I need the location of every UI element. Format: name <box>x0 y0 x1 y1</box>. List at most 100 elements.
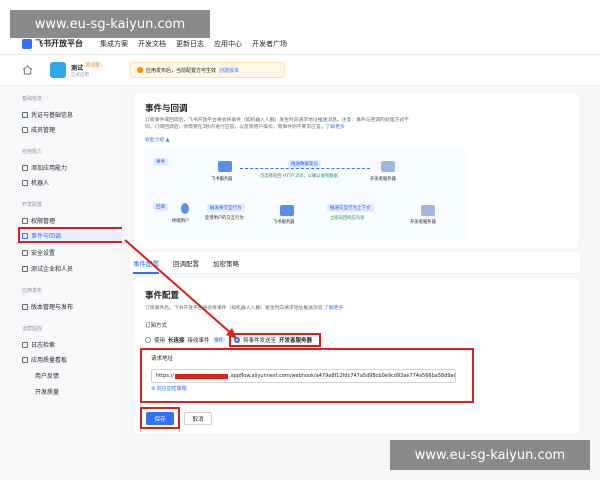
chart-icon <box>22 356 28 363</box>
recommended-badge: 推荐 <box>212 337 225 343</box>
event-config-desc-text: 订阅事件后，飞书开放平台将会将事件（如机器人入群）发生时向请求地址推送消息 <box>145 306 323 311</box>
sidebar-item-label: 成员管理 <box>31 127 56 134</box>
collapse-intro-link[interactable]: 收起介绍 ▲ <box>145 137 169 144</box>
developer-server-label-2: 开发者服务器 <box>410 220 436 225</box>
request-url-input[interactable]: https:// .appflow.aliyunnest.com/webhook/… <box>151 369 456 383</box>
save-button[interactable]: 保存 <box>146 412 174 425</box>
sidebar-item-label: 安全设置 <box>31 250 56 257</box>
app-avatar <box>50 62 66 78</box>
cancel-button[interactable]: 取消 <box>184 412 212 425</box>
feedback-action-label: 反馈用户的交互行为 <box>205 216 244 221</box>
sidebar-section-ability: 应用能力 <box>22 149 43 155</box>
sidebar-item-label: 机器人 <box>31 180 50 187</box>
event-config-description: 订阅事件后，飞书开放平台将会将事件（如机器人入群）发生时向请求地址推送消息 了解… <box>145 305 343 312</box>
sidebar-item-label: 添加应用能力 <box>31 165 68 172</box>
app-edition-badge: 商业版 <box>84 62 102 68</box>
sidebar-item-versions[interactable]: 版本管理与发布 <box>22 302 73 311</box>
go-encryption-link[interactable]: ⊕ 前往加密策略 <box>151 386 187 393</box>
developer-server-icon-2 <box>421 205 435 216</box>
feishu-logo-icon <box>22 38 32 49</box>
sidebar-item-label: 开发质量 <box>35 389 60 396</box>
intro-desc-line-2: 同，订阅回调后，你需要在3秒内进行应答，以反馈用户操作，而事件则不要求应答。 <box>145 125 326 130</box>
sidebar-item-add-ability[interactable]: 添加应用能力 <box>22 163 67 172</box>
feishu-server-label-2: 飞书服务器 <box>273 220 295 225</box>
sidebar-item-security[interactable]: 安全设置 <box>22 248 55 257</box>
feishu-server-label-1: 飞书服务器 <box>211 177 233 182</box>
sidebar-item-user-feedback[interactable]: 用户反馈 <box>35 371 59 380</box>
nav-link-docs[interactable]: 开发文档 <box>138 39 166 49</box>
sidebar-item-credentials[interactable]: 凭证与基础信息 <box>22 110 73 119</box>
tab-event-config[interactable]: 事件配置 <box>133 258 159 274</box>
sidebar-item-label: 凭证与基础信息 <box>31 112 74 119</box>
shield-icon <box>22 249 28 256</box>
home-icon[interactable] <box>22 65 33 75</box>
version-icon <box>22 303 28 310</box>
intro-description: 订阅事件或回调后，飞书开放平台将会将事件（如机器人入群）发生时向请求地址推送消息… <box>145 117 470 131</box>
feishu-server-icon <box>218 161 232 172</box>
building-icon <box>22 265 28 272</box>
sidebar-item-quality[interactable]: 应用质量看板 <box>22 355 67 364</box>
sidebar-item-members[interactable]: 成员管理 <box>22 125 55 134</box>
tab-encryption-strategy[interactable]: 加密策略 <box>213 258 239 268</box>
feishu-server-icon-2 <box>280 205 294 216</box>
sidebar-item-permissions[interactable]: 权限管理 <box>22 216 55 225</box>
developer-server-label-1: 开发者服务器 <box>370 177 396 182</box>
radio-circle-selected <box>234 337 240 343</box>
encrypt-link-text: 前往加密策略 <box>156 386 187 392</box>
sidebar-item-dev-quality[interactable]: 开发质量 <box>35 387 59 396</box>
learn-more-link[interactable]: 了解更多 <box>326 125 345 130</box>
url-suffix: .appflow.aliyunnest.com/webhook/a479a8f1… <box>229 373 455 379</box>
radio-circle <box>145 337 151 343</box>
sidebar-item-label: 日志检索 <box>31 342 56 349</box>
sidebar-item-test-enterprise[interactable]: 测试企业和人员 <box>22 264 73 273</box>
redacted-segment <box>174 373 229 379</box>
create-version-link[interactable]: 创建版本 <box>219 67 239 74</box>
sidebar-item-events[interactable]: 事件与回调 <box>22 231 61 240</box>
events-label: 事件 <box>153 158 168 166</box>
publish-notice: 应用发布后，当前配置方可生效 创建版本 <box>130 62 285 78</box>
opt2-prefix: 将事件发送至 <box>243 338 277 344</box>
user-icon <box>22 126 28 133</box>
http-reply-label: 可选择返回 HTTP 200，以确认收到数据 <box>260 174 338 179</box>
url-prefix: https:// <box>156 373 174 379</box>
brand[interactable]: 飞书开放平台 <box>22 38 83 49</box>
sidebar-item-label: 事件与回调 <box>31 233 62 240</box>
opt1-suffix: 接收事件 <box>187 338 210 344</box>
search-icon <box>22 341 28 348</box>
sidebar-section-ops: 运营监控 <box>22 326 43 332</box>
notice-text: 应用发布后，当前配置方可生效 <box>146 67 217 74</box>
config-tabs: 事件配置 回调配置 加密策略 <box>130 252 580 274</box>
file-icon <box>22 111 28 118</box>
page-title: 事件与回调 <box>145 104 188 114</box>
sidebar-item-logs[interactable]: 日志检索 <box>22 340 55 349</box>
end-user-icon <box>181 203 189 214</box>
sidebar-item-bot[interactable]: 机器人 <box>22 178 49 187</box>
sidebar-section-publish: 应用发布 <box>22 288 43 294</box>
nav-link-solutions[interactable]: 集成方案 <box>100 39 128 49</box>
tab-callback-config[interactable]: 回调配置 <box>173 258 199 268</box>
warning-icon <box>137 67 143 73</box>
sidebar-section-basic: 基础信息 <box>22 96 43 102</box>
trigger-action-label: 触发将交互行为 <box>207 204 245 212</box>
event-config-title: 事件配置 <box>145 291 180 301</box>
nav-link-developer-square[interactable]: 开发者广场 <box>252 39 287 49</box>
radio-long-connection[interactable]: 使用 长连接 接收事件 推荐 <box>145 336 225 344</box>
sidebar-item-label: 版本管理与发布 <box>31 304 74 311</box>
sidebar-item-label: 用户反馈 <box>35 373 60 380</box>
event-config-learn-more-link[interactable]: 了解更多 <box>324 306 343 311</box>
bot-icon <box>22 179 28 186</box>
reply-3s-label: 立即返回响应内容 <box>330 216 365 221</box>
opt1-prefix: 使用 <box>154 338 166 344</box>
radio-developer-server[interactable]: 将事件发送至 开发者服务器 <box>234 336 312 344</box>
watermark-bottom: www.eu-sg-kaiyun.com <box>390 440 590 470</box>
watermark-top: www.eu-sg-kaiyun.com <box>10 10 210 38</box>
end-user-label: 终端用户 <box>172 219 190 224</box>
nav-link-app-center[interactable]: 应用中心 <box>214 39 242 49</box>
sidebar-item-label: 权限管理 <box>31 218 56 225</box>
push-action-label: 推送交互行为上下文 <box>327 204 374 212</box>
event-icon <box>22 232 28 239</box>
plus-icon <box>22 164 28 171</box>
developer-server-icon <box>381 161 395 172</box>
nav-link-changelog[interactable]: 更新日志 <box>176 39 204 49</box>
brand-name: 飞书开放平台 <box>35 39 83 48</box>
